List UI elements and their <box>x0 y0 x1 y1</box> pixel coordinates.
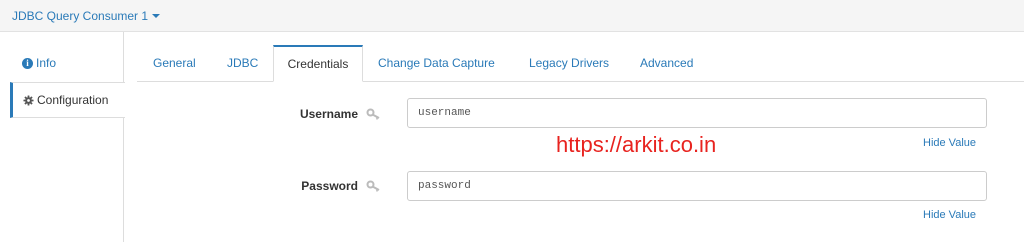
stage-title: JDBC Query Consumer 1 <box>12 9 149 23</box>
watermark-text: https://arkit.co.in <box>556 132 717 157</box>
password-input[interactable] <box>407 171 987 201</box>
sidebar-item-configuration[interactable]: Configuration <box>10 82 125 118</box>
username-hide-value-link[interactable]: Hide Value <box>923 137 976 149</box>
sidebar-item-label: Info <box>36 56 57 70</box>
sidebar: i Info Configuration <box>0 32 125 242</box>
password-label: Password <box>301 179 358 193</box>
key-icon[interactable] <box>366 180 382 192</box>
sidebar-item-info[interactable]: i Info <box>10 45 124 81</box>
tab-change-data-capture[interactable]: Change Data Capture <box>378 45 495 81</box>
tab-legacy-drivers[interactable]: Legacy Drivers <box>529 45 609 81</box>
top-bar: JDBC Query Consumer 1 <box>0 0 1024 32</box>
stage-selector[interactable]: JDBC Query Consumer 1 <box>12 9 161 23</box>
tab-advanced[interactable]: Advanced <box>640 45 693 81</box>
info-icon: i <box>22 57 33 69</box>
password-hide-value-link[interactable]: Hide Value <box>923 209 976 221</box>
sidebar-item-label: Configuration <box>37 93 109 107</box>
username-input[interactable] <box>407 98 987 128</box>
username-label: Username <box>299 107 358 121</box>
caret-down-icon <box>152 14 161 18</box>
tab-general[interactable]: General <box>153 45 196 81</box>
gear-icon <box>23 94 34 106</box>
tab-credentials[interactable]: Credentials <box>273 45 363 82</box>
config-tabs: General JDBC Credentials Change Data Cap… <box>137 45 1024 82</box>
tab-jdbc[interactable]: JDBC <box>227 45 258 81</box>
key-icon[interactable] <box>366 108 382 120</box>
